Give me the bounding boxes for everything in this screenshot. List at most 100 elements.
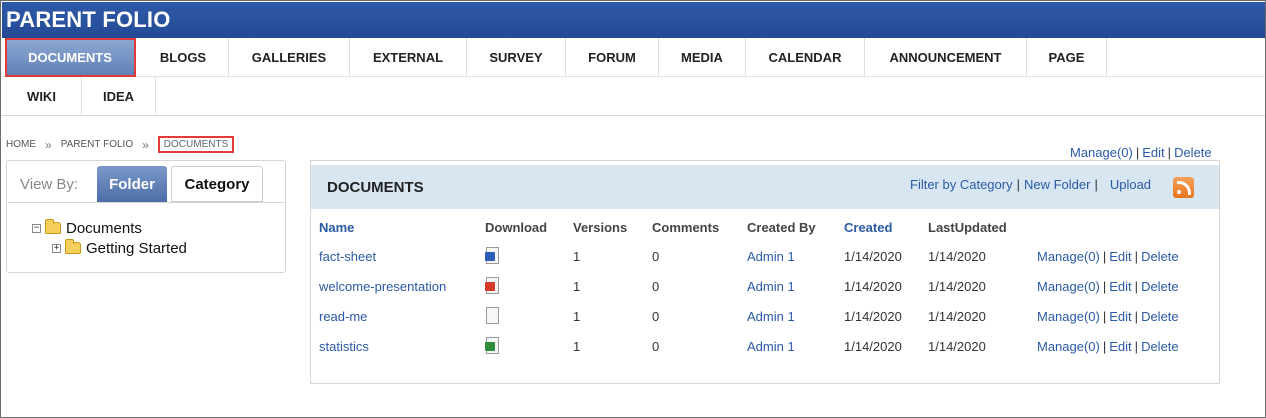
row-edit-link[interactable]: Edit: [1109, 309, 1131, 324]
comments-cell: 0: [652, 248, 660, 264]
column-header-versions: Versions: [573, 219, 628, 235]
link-separator: |: [1102, 308, 1107, 324]
link-separator: |: [1134, 308, 1139, 324]
breadcrumb: HOME » PARENT FOLIO » DOCUMENTS: [6, 136, 235, 153]
row-delete-link[interactable]: Delete: [1141, 339, 1179, 354]
breadcrumb-current: DOCUMENTS: [157, 136, 235, 153]
tab-forum[interactable]: FORUM: [566, 38, 659, 77]
word-file-icon[interactable]: [485, 247, 501, 265]
breadcrumb-home[interactable]: HOME: [6, 139, 36, 150]
view-by-panel: View By: Folder Category − Documents + G…: [6, 160, 286, 273]
last-updated-cell: 1/14/2020: [928, 338, 986, 354]
comments-cell: 0: [652, 338, 660, 354]
tab-survey[interactable]: SURVEY: [467, 38, 566, 77]
folder-icon: [45, 219, 61, 234]
page-actions: Manage(0) | Edit | Delete: [1070, 145, 1212, 160]
last-updated-cell: 1/14/2020: [928, 278, 986, 294]
table-row: read-me 1 0 Admin 1 1/14/2020 1/14/2020 …: [311, 301, 1217, 331]
row-edit-link[interactable]: Edit: [1109, 279, 1131, 294]
link-separator: |: [1134, 338, 1139, 354]
link-separator: |: [1167, 145, 1172, 160]
row-delete-link[interactable]: Delete: [1141, 309, 1179, 324]
nav-row-2: WIKI IDEA: [2, 77, 156, 116]
tree-node-getting-started[interactable]: + Getting Started: [52, 238, 187, 258]
created-by-link[interactable]: Admin 1: [747, 271, 844, 301]
document-name-link[interactable]: read-me: [319, 301, 485, 331]
document-name-link[interactable]: welcome-presentation: [319, 271, 485, 301]
column-header-comments: Comments: [652, 219, 720, 235]
versions-cell: 1: [573, 308, 581, 324]
link-separator: |: [1102, 338, 1107, 354]
column-header-download: Download: [485, 219, 548, 235]
last-updated-cell: 1/14/2020: [928, 248, 986, 264]
tab-wiki[interactable]: WIKI: [2, 77, 82, 116]
powerpoint-file-icon[interactable]: [485, 277, 501, 295]
row-delete-link[interactable]: Delete: [1141, 249, 1179, 264]
row-manage-link[interactable]: Manage(0): [1037, 339, 1100, 354]
tab-media[interactable]: MEDIA: [659, 38, 746, 77]
tab-external[interactable]: EXTERNAL: [350, 38, 467, 77]
row-manage-link[interactable]: Manage(0): [1037, 309, 1100, 324]
row-manage-link[interactable]: Manage(0): [1037, 279, 1100, 294]
link-separator: |: [1135, 145, 1140, 160]
tab-announcement[interactable]: ANNOUNCEMENT: [865, 38, 1027, 77]
new-folder-link[interactable]: New Folder: [1024, 177, 1090, 192]
nav-row-1: DOCUMENTS BLOGS GALLERIES EXTERNAL SURVE…: [2, 38, 1265, 77]
column-header-name[interactable]: Name: [319, 213, 485, 241]
folder-icon: [65, 239, 81, 254]
collapse-icon[interactable]: −: [32, 223, 41, 233]
tree-node-documents[interactable]: − Documents: [32, 218, 187, 238]
document-name-link[interactable]: fact-sheet: [319, 241, 485, 271]
versions-cell: 1: [573, 248, 581, 264]
tab-calendar[interactable]: CALENDAR: [746, 38, 865, 77]
edit-link[interactable]: Edit: [1142, 145, 1164, 160]
row-edit-link[interactable]: Edit: [1109, 249, 1131, 264]
tree-node-label[interactable]: Getting Started: [86, 240, 187, 257]
created-cell: 1/14/2020: [844, 338, 902, 354]
link-separator: |: [1016, 177, 1020, 192]
table-row: fact-sheet 1 0 Admin 1 1/14/2020 1/14/20…: [311, 241, 1217, 271]
main-nav: DOCUMENTS BLOGS GALLERIES EXTERNAL SURVE…: [2, 38, 1265, 116]
upload-link[interactable]: Upload: [1110, 177, 1151, 192]
excel-file-icon[interactable]: [485, 337, 501, 355]
created-by-link[interactable]: Admin 1: [747, 241, 844, 271]
comments-cell: 0: [652, 278, 660, 294]
manage-link[interactable]: Manage(0): [1070, 145, 1133, 160]
delete-link[interactable]: Delete: [1174, 145, 1212, 160]
tree-node-label[interactable]: Documents: [66, 220, 142, 237]
tab-documents[interactable]: DOCUMENTS: [5, 38, 136, 77]
expand-icon[interactable]: +: [52, 243, 61, 253]
view-by-folder-button[interactable]: Folder: [97, 166, 167, 202]
created-cell: 1/14/2020: [844, 248, 902, 264]
row-edit-link[interactable]: Edit: [1109, 339, 1131, 354]
documents-panel: DOCUMENTS Filter by Category | New Folder |…: [310, 160, 1220, 384]
breadcrumb-separator: »: [142, 137, 149, 152]
document-name-link[interactable]: statistics: [319, 331, 485, 361]
tab-page[interactable]: PAGE: [1027, 38, 1107, 77]
divider: [8, 202, 284, 203]
text-file-icon[interactable]: [485, 307, 501, 325]
filter-by-category-link[interactable]: Filter by Category: [910, 177, 1013, 192]
created-by-link[interactable]: Admin 1: [747, 301, 844, 331]
created-cell: 1/14/2020: [844, 278, 902, 294]
row-delete-link[interactable]: Delete: [1141, 279, 1179, 294]
table-header-row: Name Download Versions Comments Created …: [311, 213, 1217, 241]
site-header: PARENT FOLIO: [2, 2, 1265, 38]
created-by-link[interactable]: Admin 1: [747, 331, 844, 361]
table-row: welcome-presentation 1 0 Admin 1 1/14/20…: [311, 271, 1217, 301]
view-by-category-button[interactable]: Category: [171, 166, 263, 202]
app-window: PARENT FOLIO DOCUMENTS BLOGS GALLERIES E…: [0, 0, 1266, 418]
versions-cell: 1: [573, 278, 581, 294]
breadcrumb-parent-folio[interactable]: PARENT FOLIO: [61, 139, 133, 150]
table-row: statistics 1 0 Admin 1 1/14/2020 1/14/20…: [311, 331, 1217, 361]
tab-idea[interactable]: IDEA: [82, 77, 156, 116]
link-separator: |: [1102, 278, 1107, 294]
tab-blogs[interactable]: BLOGS: [138, 38, 229, 77]
documents-table: Name Download Versions Comments Created …: [311, 213, 1217, 361]
rss-feed-icon[interactable]: [1173, 177, 1194, 198]
view-by-label: View By:: [20, 176, 79, 193]
row-manage-link[interactable]: Manage(0): [1037, 249, 1100, 264]
column-header-created[interactable]: Created: [844, 213, 928, 241]
tab-galleries[interactable]: GALLERIES: [229, 38, 350, 77]
documents-title: DOCUMENTS: [327, 179, 424, 196]
